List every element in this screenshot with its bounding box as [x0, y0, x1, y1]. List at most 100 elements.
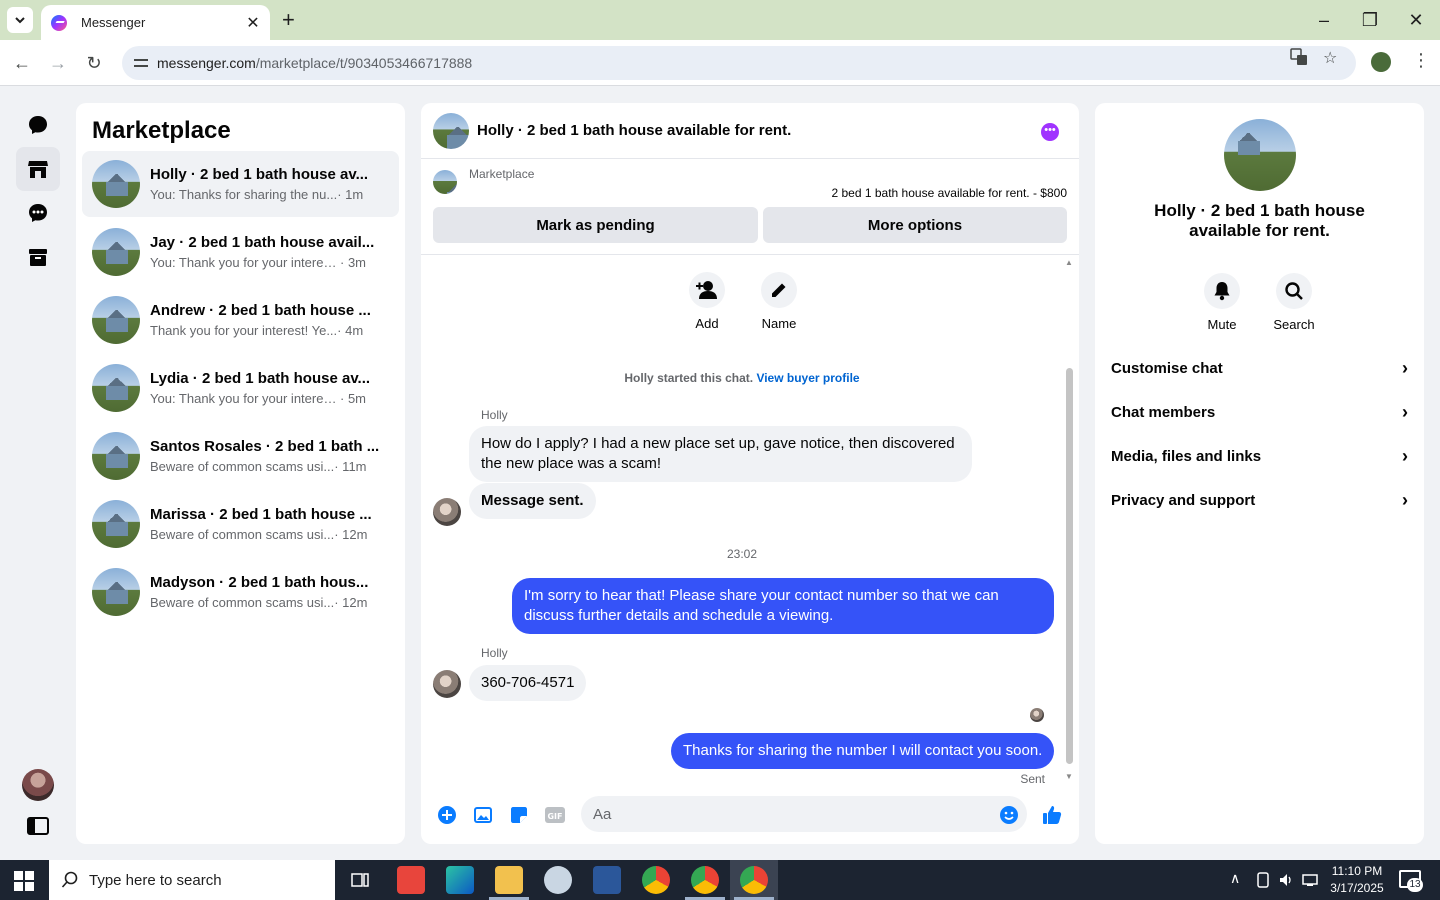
privacy-support-item[interactable]: Privacy and support › — [1111, 478, 1408, 522]
translate-icon[interactable] — [1290, 48, 1308, 71]
listing-avatar — [92, 432, 140, 480]
listing-thumbnail[interactable] — [433, 170, 457, 194]
volume-icon[interactable] — [1278, 872, 1294, 891]
timestamp-separator: 23:02 — [726, 547, 758, 561]
back-button[interactable]: ← — [10, 51, 34, 75]
outgoing-message[interactable]: I'm sorry to hear that! Please share you… — [512, 578, 1054, 634]
rail-requests-button[interactable] — [16, 191, 60, 235]
chrome-profile-app-icon[interactable] — [691, 866, 719, 894]
address-bar: ← → ↻ messenger.com/marketplace/t/903405… — [0, 40, 1440, 86]
chevron-down-icon — [15, 17, 25, 24]
clock-time: 11:10 PM — [1331, 864, 1383, 878]
media-files-links-item[interactable]: Media, files and links › — [1111, 434, 1408, 478]
chrome-app-icon[interactable] — [642, 866, 670, 894]
device-icon[interactable] — [1256, 872, 1270, 891]
chat-members-item[interactable]: Chat members › — [1111, 390, 1408, 434]
reload-button[interactable]: ↻ — [82, 51, 106, 75]
more-options-icon[interactable]: ••• — [1041, 123, 1059, 141]
sender-avatar[interactable] — [433, 670, 461, 698]
listing-price[interactable]: 2 bed 1 bath house available for rent. -… — [832, 186, 1068, 200]
conversation-item[interactable]: Madyson · 2 bed 1 bath hous... Beware of… — [82, 559, 399, 625]
outgoing-message[interactable]: Thanks for sharing the number I will con… — [671, 733, 1055, 769]
scroll-down-icon[interactable]: ▼ — [1065, 772, 1073, 781]
browser-profile-icon[interactable] — [1371, 52, 1391, 72]
incoming-message[interactable]: 360-706-4571 — [469, 665, 587, 701]
emoji-icon[interactable] — [997, 803, 1021, 827]
browser-tab-messenger[interactable]: Messenger ✕ — [41, 5, 270, 40]
photo-icon[interactable] — [471, 803, 495, 827]
sender-avatar[interactable] — [433, 498, 461, 526]
edge-app-icon[interactable] — [446, 866, 474, 894]
tab-search-button[interactable] — [7, 7, 33, 33]
conversation-time: · 11m — [334, 459, 367, 474]
conversation-item[interactable]: Jay · 2 bed 1 bath house avail... You: T… — [82, 219, 399, 285]
url-field[interactable]: messenger.com/marketplace/t/903405346671… — [122, 46, 1356, 80]
minimize-button[interactable]: – — [1312, 8, 1336, 32]
gif-icon[interactable]: GIF — [543, 803, 567, 827]
network-icon[interactable] — [1302, 872, 1320, 891]
show-hidden-icons[interactable]: ∧ — [1230, 870, 1240, 887]
view-buyer-profile-link[interactable]: View buyer profile — [756, 371, 859, 385]
add-person-icon — [696, 281, 717, 299]
user-avatar[interactable] — [22, 769, 54, 801]
search-action[interactable]: Search — [1264, 273, 1324, 332]
mute-action[interactable]: Mute — [1192, 273, 1252, 332]
restore-button[interactable]: ❐ — [1358, 8, 1382, 32]
message-thread: Add Name Holly started this chat. View b… — [421, 256, 1079, 786]
scroll-up-icon[interactable]: ▲ — [1065, 258, 1073, 267]
tab-close-icon[interactable]: ✕ — [244, 13, 262, 33]
bell-icon — [1214, 282, 1230, 301]
listing-avatar — [92, 160, 140, 208]
conversation-time: · 12m — [334, 595, 368, 610]
windows-start-button[interactable] — [14, 871, 34, 891]
collapse-sidebar-button[interactable] — [16, 804, 60, 848]
close-window-button[interactable]: ✕ — [1404, 8, 1428, 32]
plus-circle-icon[interactable] — [435, 803, 459, 827]
conversation-item[interactable]: Andrew · 2 bed 1 bath house ... Thank yo… — [82, 287, 399, 353]
name-chat-action[interactable]: Name — [749, 272, 809, 331]
messenger-icon — [51, 14, 67, 31]
chat-title[interactable]: Holly · 2 bed 1 bath house available for… — [477, 122, 791, 139]
task-view-icon[interactable] — [346, 866, 374, 894]
word-app-icon[interactable] — [593, 866, 621, 894]
conversation-item[interactable]: Holly · 2 bed 1 bath house av... You: Th… — [82, 151, 399, 217]
thumbs-up-icon[interactable] — [1040, 803, 1064, 827]
forward-button[interactable]: → — [46, 51, 70, 75]
conversation-name: Holly · 2 bed 1 bath house av... — [150, 166, 369, 183]
add-people-action[interactable]: Add — [677, 272, 737, 331]
app-icon[interactable] — [544, 866, 572, 894]
scroll-thumb[interactable] — [1066, 368, 1073, 764]
rail-marketplace-button[interactable] — [16, 147, 60, 191]
rail-archive-button[interactable] — [16, 235, 60, 279]
incoming-message[interactable]: Message sent. — [469, 483, 596, 519]
new-tab-button[interactable]: + — [282, 8, 295, 32]
conversation-item[interactable]: Lydia · 2 bed 1 bath house av... You: Th… — [82, 355, 399, 421]
listing-avatar — [92, 228, 140, 276]
file-explorer-icon[interactable] — [495, 866, 523, 894]
url-host: messenger.com — [157, 55, 256, 71]
mark-pending-button[interactable]: Mark as pending — [433, 207, 758, 243]
chrome-active-app-icon[interactable] — [740, 866, 768, 894]
system-clock[interactable]: 11:10 PM 3/17/2025 — [1325, 863, 1389, 897]
customise-chat-item[interactable]: Customise chat › — [1111, 346, 1408, 390]
bookmark-star-icon[interactable]: ☆ — [1323, 48, 1337, 68]
taskbar-search[interactable]: Type here to search — [49, 860, 335, 900]
sidebar-toggle-icon — [27, 817, 49, 835]
rail-chats-button[interactable] — [16, 103, 60, 147]
sticker-icon[interactable] — [507, 803, 531, 827]
thread-scrollbar[interactable]: ▲ ▼ — [1064, 256, 1074, 786]
site-settings-icon[interactable] — [134, 56, 148, 70]
message-input[interactable]: Aa — [581, 796, 1027, 832]
browser-menu-icon[interactable]: ⋮ — [1412, 50, 1430, 71]
conversation-item[interactable]: Santos Rosales · 2 bed 1 bath ... Beware… — [82, 423, 399, 489]
conversation-item[interactable]: Marissa · 2 bed 1 bath house ... Beware … — [82, 491, 399, 557]
browser-tabbar: Messenger ✕ + – ❐ ✕ — [0, 0, 1440, 40]
conversation-time: · 3m — [340, 255, 366, 270]
chat-avatar[interactable] — [433, 112, 469, 149]
incoming-message[interactable]: How do I apply? I had a new place set up… — [469, 426, 972, 482]
listing-avatar-large[interactable] — [1224, 119, 1296, 191]
archive-icon — [29, 249, 47, 266]
more-options-button[interactable]: More options — [763, 207, 1067, 243]
left-rail — [0, 87, 76, 860]
anydesk-app-icon[interactable] — [397, 866, 425, 894]
